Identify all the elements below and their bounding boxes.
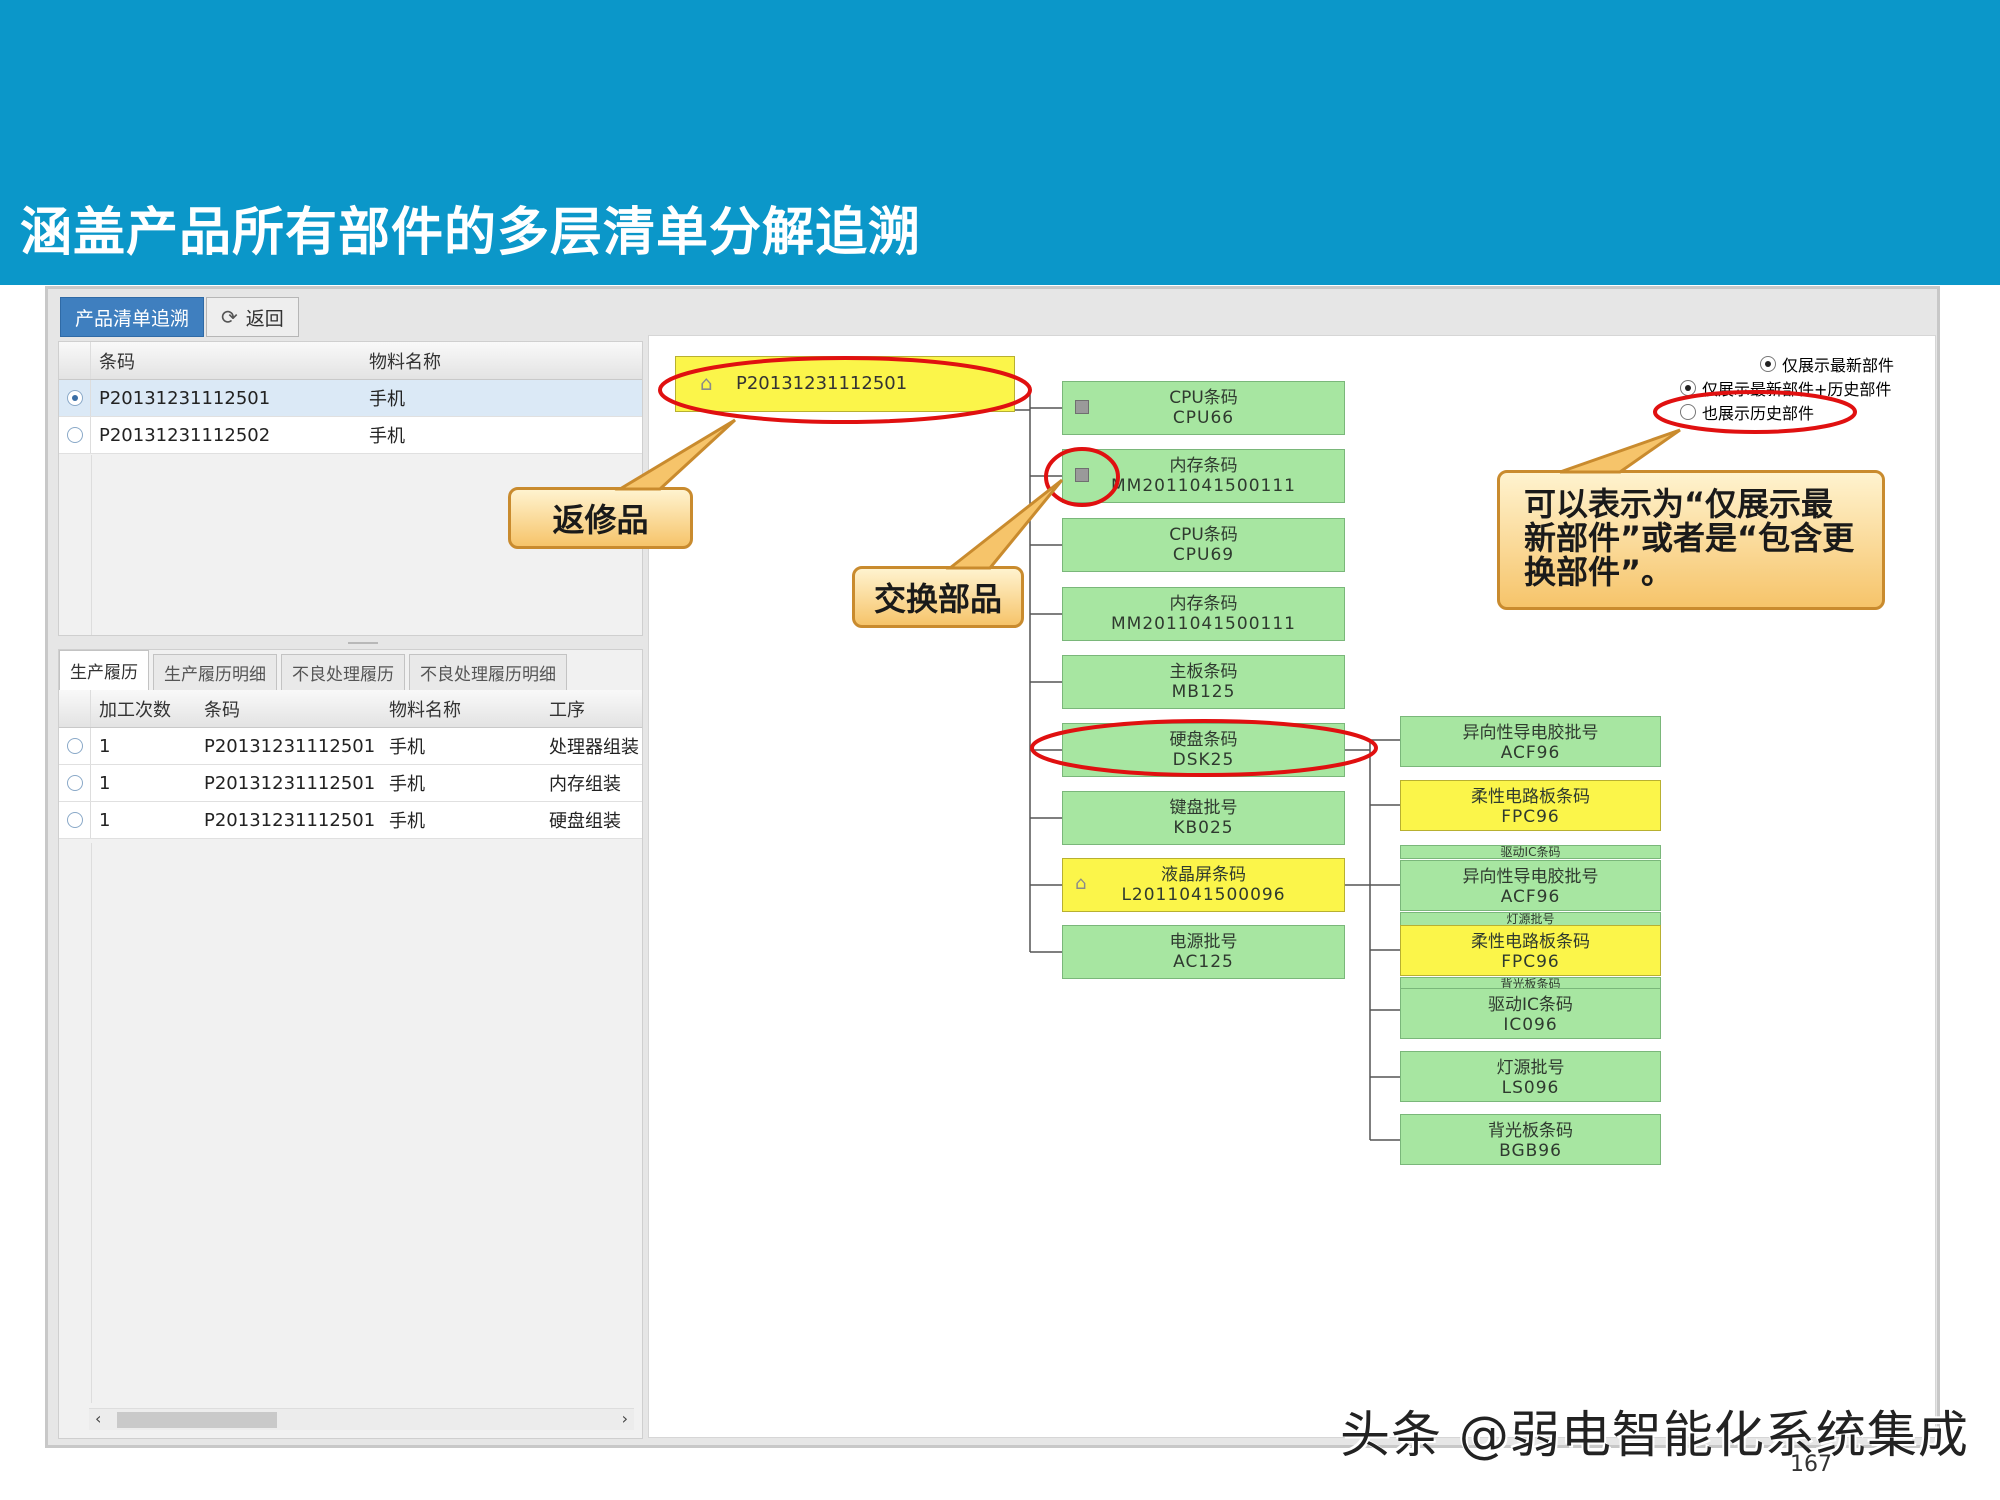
- node-label: 键盘批号: [1169, 798, 1238, 818]
- node-label: 电源批号: [1169, 932, 1238, 952]
- node-label: 柔性电路板条码: [1471, 932, 1590, 952]
- node-code: IC096: [1503, 1015, 1558, 1035]
- root-barcode: P20131231112501: [736, 373, 908, 394]
- slide: 涵盖产品所有部件的多层清单分解追溯 产品清单追溯 ⟳ 返回 条码 物料名称 P2…: [0, 0, 2000, 1500]
- option-latest-only[interactable]: 仅展示最新部件: [1760, 352, 1894, 376]
- tree-connectors: [1015, 393, 1400, 1141]
- option-label: 也展示历史部件: [1702, 404, 1815, 423]
- file-icon: [1075, 468, 1089, 482]
- callout-swap: 交换部品: [852, 566, 1024, 628]
- tree-node[interactable]: 电源批号 AC125: [1062, 925, 1345, 979]
- node-code: MM2011041500111: [1111, 614, 1296, 634]
- tree-node[interactable]: 内存条码 MM2011041500111: [1062, 449, 1345, 503]
- node-code: FPC96: [1501, 952, 1560, 972]
- page-number: 167: [1790, 1452, 1832, 1477]
- node-code: CPU69: [1172, 545, 1235, 565]
- tree-node[interactable]: 内存条码 MM2011041500111: [1062, 587, 1345, 641]
- node-code: AC125: [1173, 952, 1234, 972]
- node-label: 背光板条码: [1488, 1121, 1573, 1141]
- node-code: ACF96: [1500, 743, 1561, 763]
- node-label: 主板条码: [1169, 662, 1238, 682]
- node-label: CPU条码: [1169, 388, 1238, 408]
- node-label: 异向性导电胶批号: [1462, 723, 1599, 743]
- option-label: 仅展示最新部件: [1782, 356, 1895, 375]
- node-code: MM2011041500111: [1111, 476, 1296, 496]
- option-show-history[interactable]: 也展示历史部件: [1680, 400, 1814, 424]
- tree-node[interactable]: 柔性电路板条码 FPC96: [1400, 780, 1661, 831]
- node-code: ACF96: [1500, 887, 1561, 907]
- node-code: L2011041500096: [1121, 885, 1286, 905]
- tree-node[interactable]: CPU条码 CPU66: [1062, 381, 1345, 435]
- tree-node[interactable]: 柔性电路板条码 FPC96: [1400, 925, 1661, 976]
- tree-node[interactable]: CPU条码 CPU69: [1062, 518, 1345, 572]
- tree-node[interactable]: 驱动IC条码 IC096: [1400, 988, 1661, 1039]
- tree-node[interactable]: 背光板条码 BGB96: [1400, 1114, 1661, 1165]
- node-label: 灯源批号: [1496, 1058, 1565, 1078]
- node-code: CPU66: [1172, 408, 1235, 428]
- node-label: 内存条码: [1169, 456, 1238, 476]
- node-label: 驱动IC条码: [1488, 995, 1573, 1015]
- home-icon: ⌂: [1075, 873, 1087, 894]
- node-label: CPU条码: [1169, 525, 1238, 545]
- node-code: FPC96: [1501, 807, 1560, 827]
- node-label: 液晶屏条码: [1161, 865, 1246, 885]
- node-code: DSK25: [1172, 750, 1235, 770]
- option-label: 仅展示最新部件+历史部件: [1702, 380, 1892, 399]
- tree-node[interactable]: 硬盘条码 DSK25: [1062, 723, 1345, 777]
- tree-node[interactable]: 异向性导电胶批号 ACF96: [1400, 860, 1661, 911]
- option-radio[interactable]: [1680, 380, 1696, 396]
- node-code: LS096: [1501, 1078, 1560, 1098]
- node-code: MB125: [1171, 682, 1236, 702]
- tree-node[interactable]: 键盘批号 KB025: [1062, 791, 1345, 845]
- watermark: 头条 @弱电智能化系统集成: [1340, 1406, 1969, 1464]
- node-code: BGB96: [1499, 1141, 1562, 1161]
- node-label: 柔性电路板条码: [1471, 787, 1590, 807]
- home-icon: ⌂: [700, 371, 713, 395]
- node-label: 异向性导电胶批号: [1462, 867, 1599, 887]
- option-radio[interactable]: [1760, 356, 1776, 372]
- node-label: 内存条码: [1169, 594, 1238, 614]
- tree-node[interactable]: 主板条码 MB125: [1062, 655, 1345, 709]
- tree-node-strip[interactable]: 驱动IC条码: [1400, 845, 1661, 859]
- option-latest-and-history[interactable]: 仅展示最新部件+历史部件: [1680, 376, 1891, 400]
- tree-root-node[interactable]: ⌂ P20131231112501: [675, 356, 1015, 412]
- node-code: KB025: [1173, 818, 1234, 838]
- node-label: 硬盘条码: [1169, 730, 1238, 750]
- tree-node[interactable]: ⌂ 液晶屏条码 L2011041500096: [1062, 858, 1345, 912]
- tree-node-strip[interactable]: 灯源批号: [1400, 912, 1661, 926]
- option-radio[interactable]: [1680, 404, 1696, 420]
- callout-repair: 返修品: [508, 487, 693, 549]
- tree-node[interactable]: 灯源批号 LS096: [1400, 1051, 1661, 1102]
- tree-node[interactable]: 异向性导电胶批号 ACF96: [1400, 716, 1661, 767]
- file-icon: [1075, 400, 1089, 414]
- callout-note: 可以表示为“仅展示最新部件”或者是“包含更换部件”。: [1497, 470, 1885, 610]
